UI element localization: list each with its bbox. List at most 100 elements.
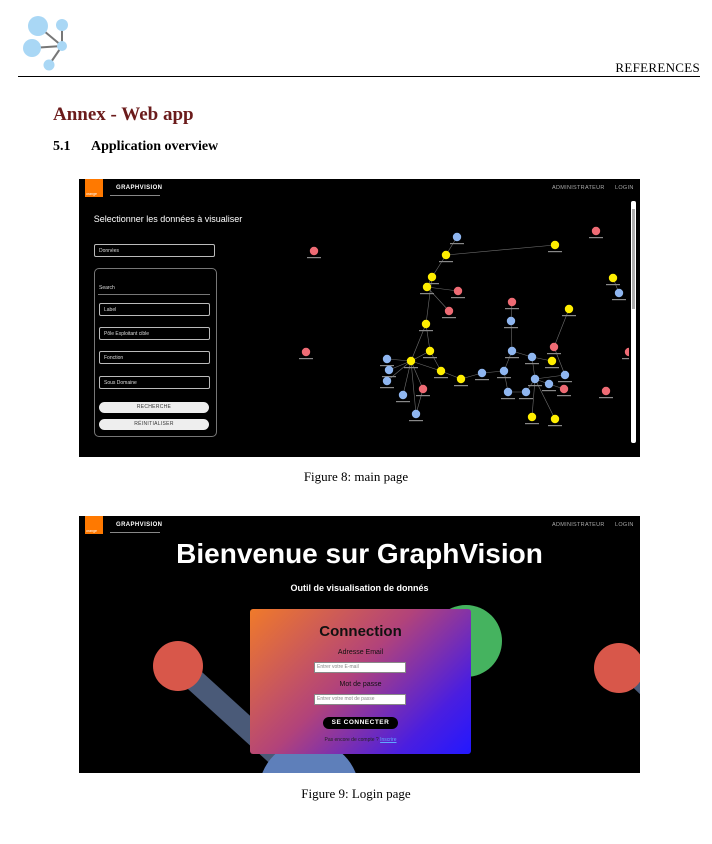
graph-node-label [622,358,629,360]
email-input[interactable]: Entrer votre E-mail [314,662,406,673]
graph-node[interactable] [550,414,560,424]
graph-node[interactable] [614,288,624,298]
graph-node-label [599,397,613,399]
graph-node[interactable] [441,250,451,260]
section-title: Application overview [91,139,219,154]
reset-button[interactable]: RÉINITIALISER [99,419,209,430]
graph-node[interactable] [411,409,421,419]
graph-edge [510,320,513,352]
graph-node-label [525,363,539,365]
graph-node-label [450,243,464,245]
graph-node-label [409,420,423,422]
graph-node[interactable] [382,376,392,386]
nav-admin-link[interactable]: ADMINISTRATEUR [552,522,605,528]
graph-node-label [542,390,556,392]
graph-node-label [528,385,542,387]
graph-node[interactable] [507,346,517,356]
graph-node-label [612,299,626,301]
graph-edge [553,308,570,348]
graph-node[interactable] [506,316,516,326]
graph-node-label [589,237,603,239]
graph-edge [410,323,427,362]
graph-node[interactable] [530,374,540,384]
graph-edge [426,286,459,292]
graph-node[interactable] [421,319,431,329]
graph-node-label [380,387,394,389]
nav-login-link[interactable]: LOGIN [615,522,634,528]
graph-node[interactable] [549,342,559,352]
graph-node[interactable] [564,304,574,314]
running-header: REFERENCES [615,60,700,75]
graph-node[interactable] [591,226,601,236]
graph-node-label [396,401,410,403]
graph-node-label [547,353,561,355]
dataset-select[interactable]: Données [94,244,215,257]
graph-node[interactable] [406,356,416,366]
graph-node[interactable] [608,273,618,283]
graph-node-label [423,357,437,359]
graph-edge [410,360,417,415]
nav-admin-link[interactable]: ADMINISTRATEUR [552,185,605,191]
sous-domaine-field[interactable]: Sous Domaine [99,376,210,389]
graph-node[interactable] [503,387,513,397]
graph-node[interactable] [309,246,319,256]
figure-9-caption: Figure 9: Login page [301,786,411,801]
graph-node[interactable] [601,386,611,396]
login-card: Connection Adresse Email Entrer votre E-… [250,609,471,754]
nav-brand[interactable]: GRAPHVISION [116,185,162,191]
graph-node[interactable] [398,390,408,400]
password-input[interactable]: Entrer votre mot de passe [314,694,406,705]
graph-node[interactable] [547,356,557,366]
scrollbar-thumb[interactable] [632,209,635,309]
pole-exploitant-field[interactable]: Pôle Exploitant cible [99,327,210,340]
graph-node-label [419,330,433,332]
label-field[interactable]: Label [99,303,210,316]
signup-link[interactable]: Inscrire [380,737,396,743]
graph-node[interactable] [477,368,487,378]
graph-node[interactable] [544,379,554,389]
password-label: Mot de passe [339,681,382,688]
graph-canvas[interactable] [219,209,629,454]
graph-node-label [442,317,456,319]
graph-node-label [501,398,515,400]
graph-node[interactable] [384,365,394,375]
graph-node-label [420,293,434,295]
graph-node[interactable] [521,387,531,397]
graph-node[interactable] [452,232,462,242]
nav-login-link[interactable]: LOGIN [615,185,634,191]
graph-node[interactable] [425,346,435,356]
graph-node[interactable] [453,286,463,296]
graph-node[interactable] [301,347,311,357]
graph-node[interactable] [527,412,537,422]
graph-node-label [558,381,572,383]
graph-node[interactable] [427,272,437,282]
graph-node[interactable] [436,366,446,376]
graph-node[interactable] [382,354,392,364]
graph-node[interactable] [422,282,432,292]
nav-brand[interactable]: GRAPHVISION [116,522,162,528]
graph-node-label [545,367,559,369]
graph-node[interactable] [559,384,569,394]
graph-node[interactable] [444,306,454,316]
graph-node[interactable] [624,347,629,357]
graph-node[interactable] [527,352,537,362]
graph-node-label [380,365,394,367]
login-button[interactable]: SE CONNECTER [323,717,398,729]
search-separator [98,294,210,295]
graph-node[interactable] [456,374,466,384]
section-heading: 5.1 Application overview [53,139,218,155]
graph-node[interactable] [418,384,428,394]
orange-brand-logo: orange [85,179,103,197]
graph-edge [410,360,424,390]
graph-node[interactable] [507,297,517,307]
graph-node-label [439,261,453,263]
graph-node[interactable] [550,240,560,250]
graph-node[interactable] [499,366,509,376]
fonction-field[interactable]: Fonction [99,351,210,364]
graph-node-label [454,385,468,387]
graph-node-label [505,357,519,359]
search-button[interactable]: RECHERCHE [99,402,209,413]
graph-node[interactable] [560,370,570,380]
graph-node-label [505,308,519,310]
orange-logo-text: orange [86,192,97,196]
